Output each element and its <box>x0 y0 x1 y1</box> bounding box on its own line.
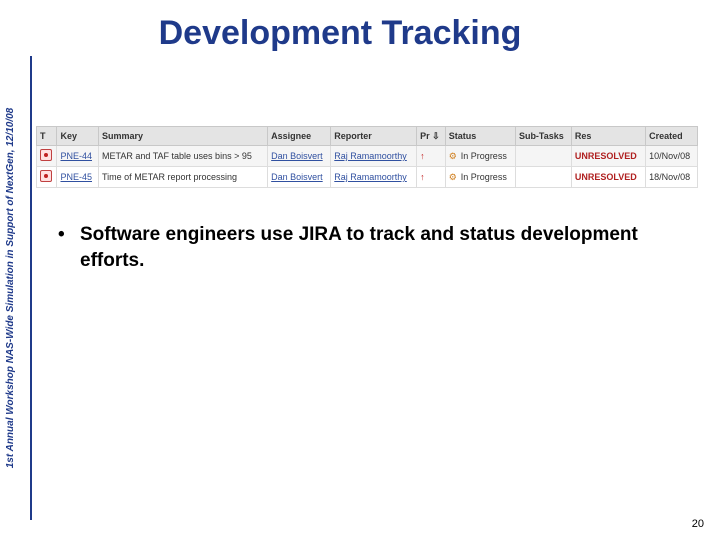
issue-key-link[interactable]: PNE-45 <box>60 172 92 182</box>
in-progress-icon: ⚙ <box>448 150 457 161</box>
col-header-subtasks[interactable]: Sub-Tasks <box>514 126 572 146</box>
bullet-symbol: • <box>58 224 65 245</box>
assignee-cell: Dan Boisvert <box>267 166 332 188</box>
key-cell: PNE-45 <box>56 166 100 188</box>
in-progress-icon: ⚙ <box>448 171 457 182</box>
subtasks-cell <box>514 145 572 167</box>
slide-title: Development Tracking <box>158 14 522 52</box>
bug-icon <box>40 170 52 182</box>
summary-cell[interactable]: METAR and TAF table uses bins > 95 <box>98 145 269 167</box>
assignee-link[interactable]: Dan Boisvert <box>271 172 323 182</box>
reporter-link[interactable]: Raj Ramamoorthy <box>334 172 407 182</box>
priority-cell: ↑ <box>416 166 446 188</box>
type-cell <box>35 145 58 167</box>
bug-icon <box>40 149 52 161</box>
bullet-point: • Software engineers use JIRA to track a… <box>58 222 658 274</box>
bullet-text: Software engineers use JIRA to track and… <box>80 224 638 271</box>
status-text: In Progress <box>460 171 507 182</box>
reporter-cell: Raj Ramamoorthy <box>330 145 418 167</box>
priority-up-arrow-icon: ↑ <box>420 172 425 182</box>
col-header-key[interactable]: Key <box>56 126 100 146</box>
page-number: 20 <box>691 518 704 530</box>
priority-cell: ↑ <box>416 145 446 167</box>
sort-down-arrow-icon[interactable]: ⇩ <box>432 131 440 141</box>
resolution-cell: UNRESOLVED <box>570 166 647 188</box>
col-header-resolution[interactable]: Res <box>570 126 647 146</box>
assignee-link[interactable]: Dan Boisvert <box>271 151 323 161</box>
subtasks-cell <box>514 166 572 188</box>
table-row[interactable]: PNE-45 Time of METAR report processing D… <box>35 166 698 188</box>
created-cell: 18/Nov/08 <box>645 166 698 188</box>
col-header-assignee[interactable]: Assignee <box>267 126 332 146</box>
type-cell <box>35 166 58 188</box>
col-header-reporter[interactable]: Reporter <box>330 126 418 146</box>
key-cell: PNE-44 <box>56 145 100 167</box>
assignee-cell: Dan Boisvert <box>267 145 332 167</box>
col-header-type[interactable]: T <box>35 126 58 146</box>
status-text: In Progress <box>460 150 507 161</box>
summary-cell[interactable]: Time of METAR report processing <box>98 166 269 188</box>
status-cell: ⚙ In Progress <box>444 166 516 188</box>
col-header-priority[interactable]: Pr ⇩ <box>416 126 446 146</box>
reporter-cell: Raj Ramamoorthy <box>330 166 418 188</box>
status-cell: ⚙ In Progress <box>444 145 516 167</box>
priority-up-arrow-icon: ↑ <box>420 151 425 161</box>
reporter-link[interactable]: Raj Ramamoorthy <box>334 151 407 161</box>
issue-key-link[interactable]: PNE-44 <box>60 151 92 161</box>
jira-issue-table: T Key Summary Assignee Reporter Pr ⇩ Sta… <box>35 126 698 188</box>
col-header-priority-label: Pr <box>420 130 430 141</box>
col-header-created[interactable]: Created <box>645 126 698 146</box>
workshop-caption: 1st Annual Workshop NAS-Wide Simulation … <box>5 107 16 469</box>
table-row[interactable]: PNE-44 METAR and TAF table uses bins > 9… <box>35 145 698 167</box>
table-header-row: T Key Summary Assignee Reporter Pr ⇩ Sta… <box>35 126 698 146</box>
col-header-status[interactable]: Status <box>444 126 516 146</box>
col-header-summary[interactable]: Summary <box>98 126 269 146</box>
created-cell: 10/Nov/08 <box>645 145 698 167</box>
resolution-cell: UNRESOLVED <box>570 145 647 167</box>
side-rule: 1st Annual Workshop NAS-Wide Simulation … <box>5 56 32 520</box>
